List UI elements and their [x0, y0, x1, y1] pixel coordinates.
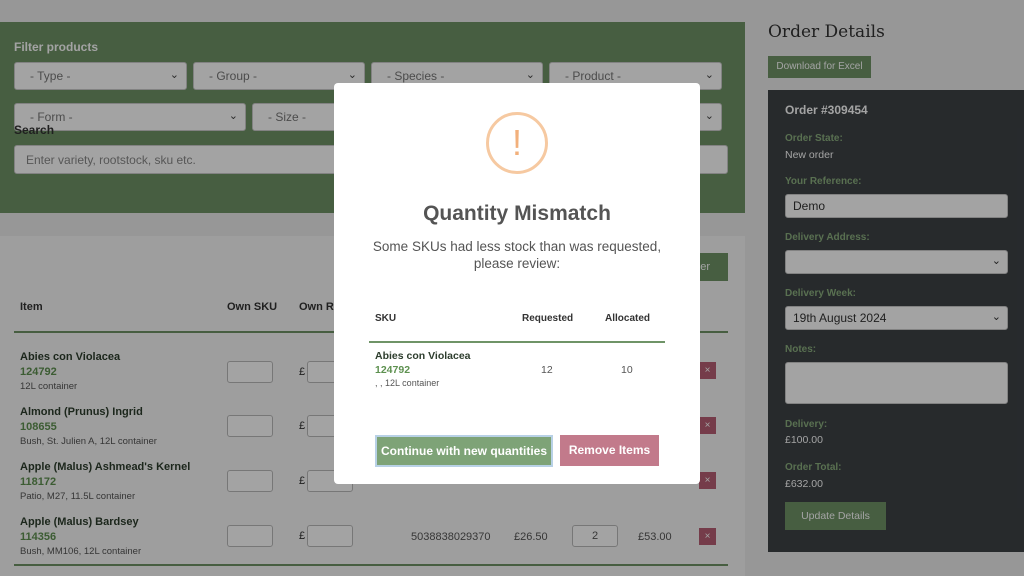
requested-value: 12 [541, 364, 553, 376]
allocated-value: 10 [621, 364, 633, 376]
mismatch-item-desc: , , 12L container [375, 378, 440, 388]
sku-header: SKU [375, 313, 397, 324]
dialog-title: Quantity Mismatch [423, 202, 611, 225]
requested-header: Requested [522, 313, 574, 324]
remove-items-button[interactable]: Remove Items [560, 435, 659, 466]
dialog-message: Some SKUs had less stock than was reques… [372, 239, 662, 271]
warning-icon: ! [486, 112, 548, 174]
dialog-table-divider [369, 341, 665, 343]
mismatch-item-sku: 124792 [375, 364, 411, 376]
continue-button[interactable]: Continue with new quantities [375, 435, 553, 467]
quantity-mismatch-dialog: ! Quantity Mismatch Some SKUs had less s… [334, 83, 700, 484]
allocated-header: Allocated [605, 313, 651, 324]
mismatch-item-name: Abies con Violacea [375, 350, 471, 362]
